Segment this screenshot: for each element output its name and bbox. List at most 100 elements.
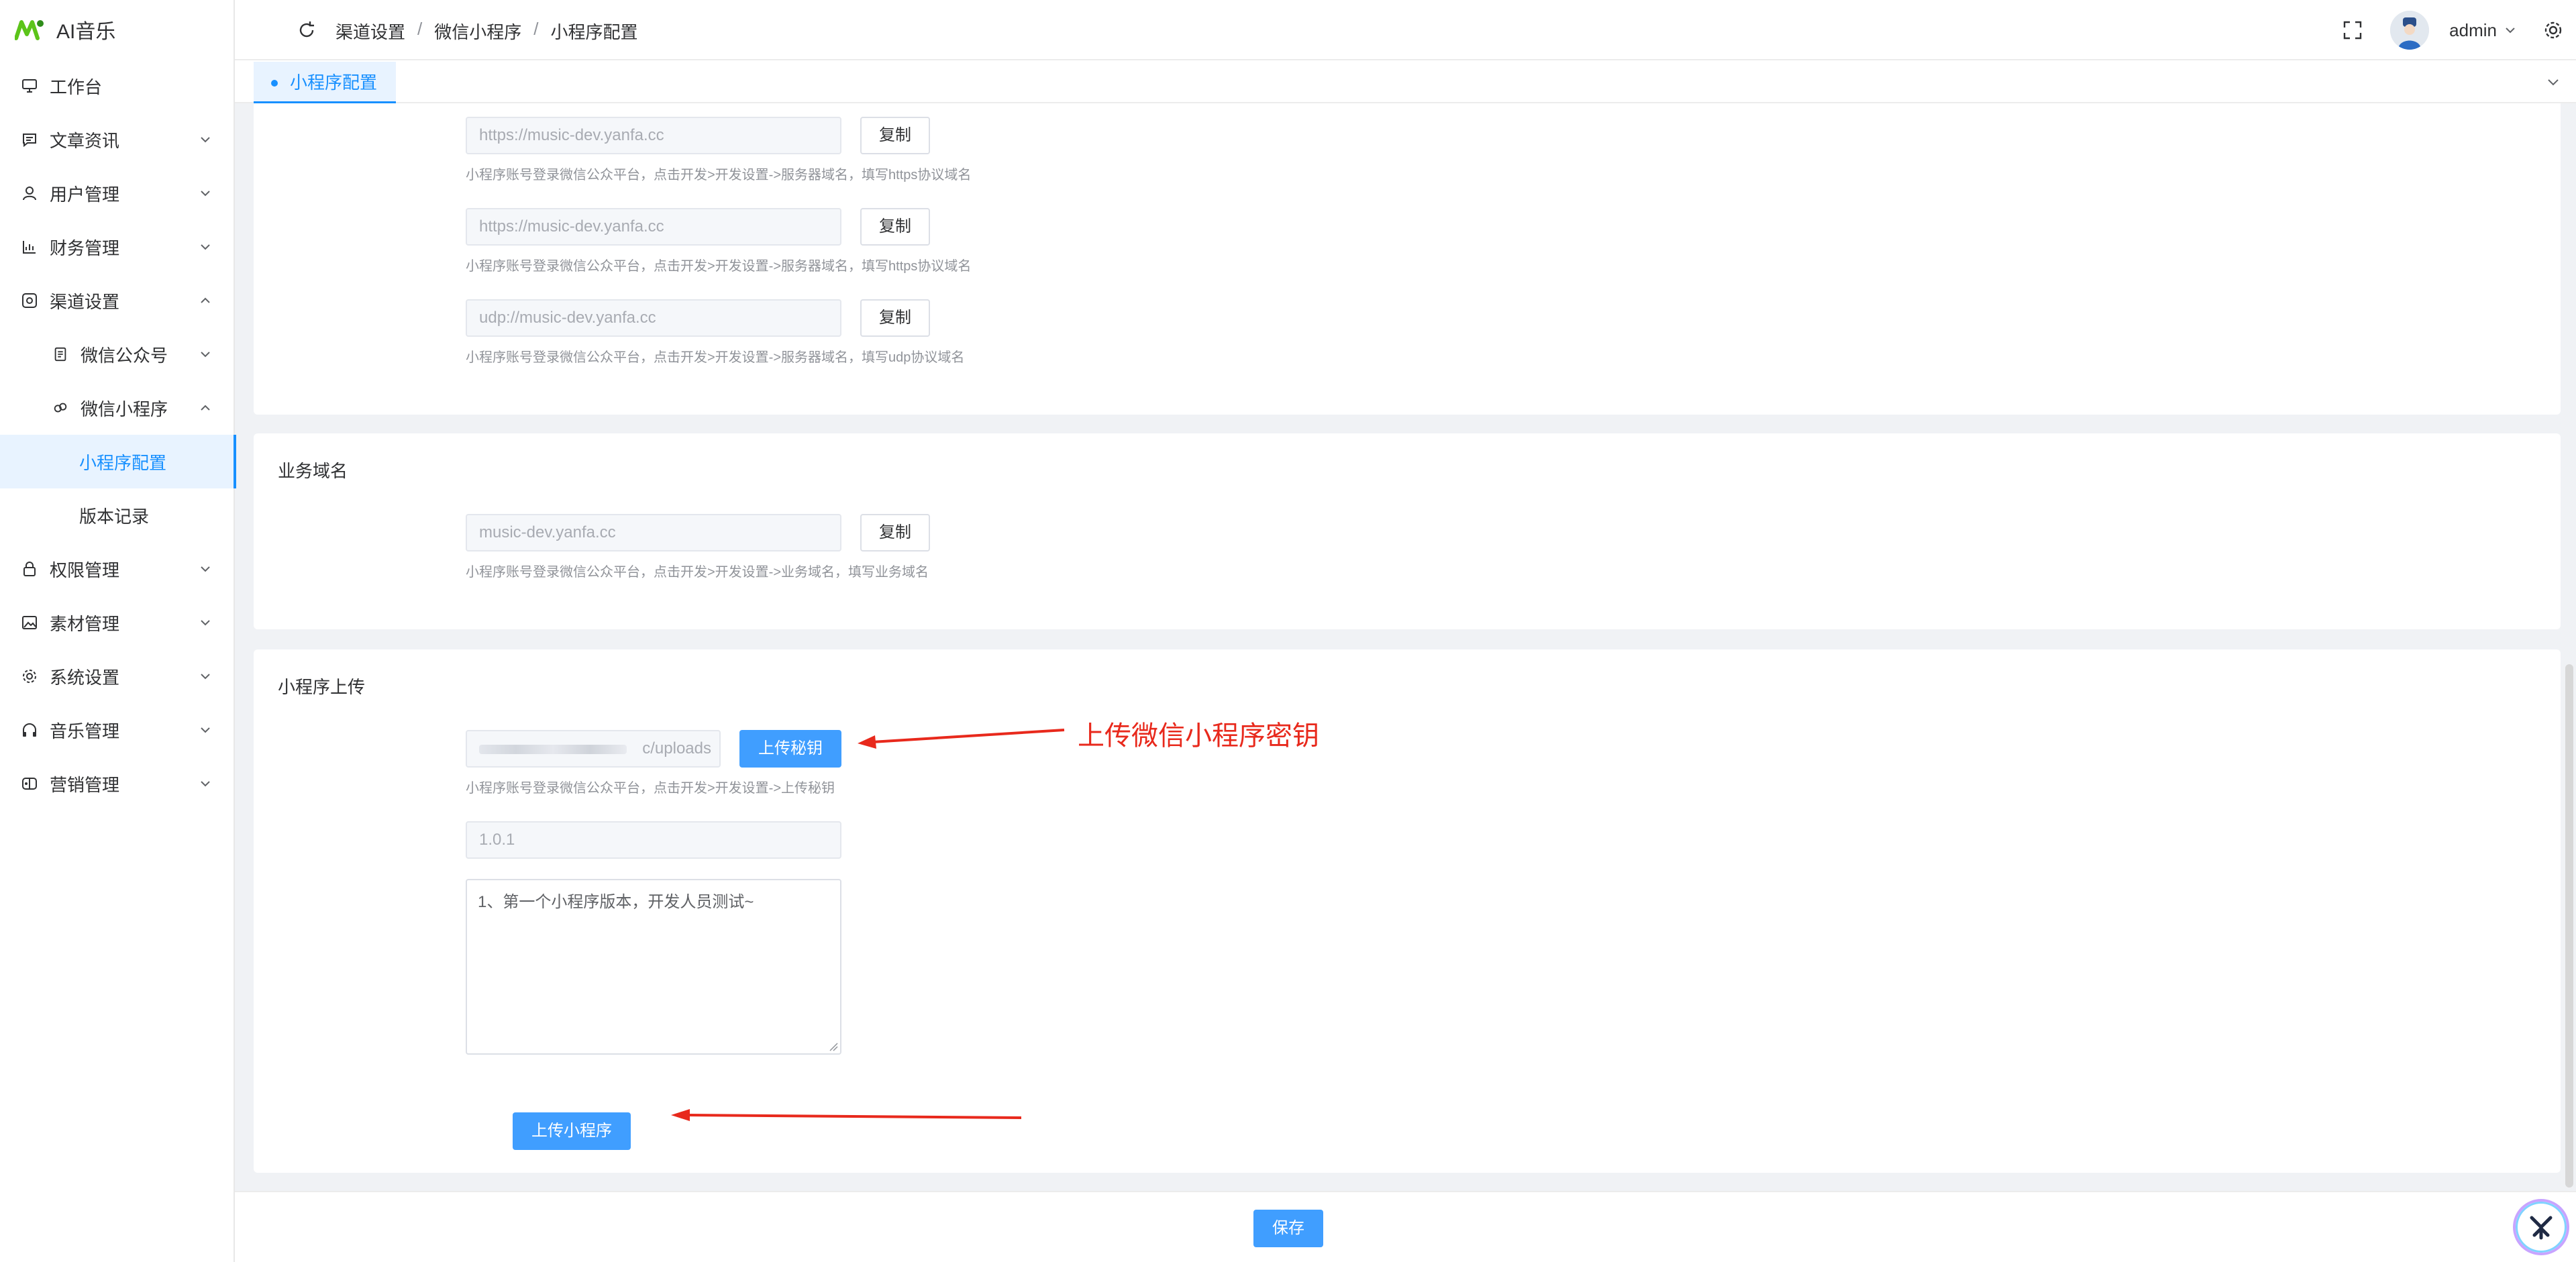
chat-icon — [20, 130, 39, 149]
annotation-arrow — [671, 1109, 1022, 1121]
app-title: AI音乐 — [56, 21, 116, 43]
header-actions: admin — [2342, 0, 2576, 60]
chevron-down-icon — [201, 191, 210, 197]
version-description-textarea[interactable]: 1、第一个小程序版本，开发人员测试~ — [466, 879, 841, 1055]
user-name[interactable]: admin — [2449, 20, 2497, 41]
gear-icon — [20, 667, 39, 686]
header: 渠道设置 / 微信小程序 / 小程序配置 admin — [235, 0, 2576, 60]
business-domain-card: 业务域名 业务域名 music-dev.yanfa.cc 复制 小程序账号登录微… — [254, 433, 2561, 629]
breadcrumb: 渠道设置 / 微信小程序 / 小程序配置 — [336, 19, 638, 44]
chevron-up-icon — [201, 405, 210, 411]
sidebar-item-label: 用户管理 — [50, 184, 120, 205]
sidebar-item-articles[interactable]: 文章资讯 — [0, 113, 235, 166]
sidebar-item-label: 微信小程序 — [81, 399, 168, 419]
sidebar-item-label: 渠道设置 — [50, 291, 120, 312]
sidebar-item-wechat-miniprogram[interactable]: 微信小程序 — [0, 381, 235, 435]
upload-secret-button[interactable]: 上传秘钥 — [739, 730, 841, 768]
chevron-down-icon — [201, 781, 210, 787]
upload-domain-input[interactable]: https://music-dev.yanfa.cc — [466, 117, 841, 154]
form-hint: 小程序账号登录微信公众平台，点击开发>开发设置->服务器域名，填写udp协议域名 — [466, 350, 965, 365]
switch-icon — [20, 774, 39, 793]
tab-miniprogram-config[interactable]: 小程序配置 — [254, 62, 397, 103]
business-domain-input[interactable]: music-dev.yanfa.cc — [466, 514, 841, 551]
breadcrumb-item: 小程序配置 — [550, 22, 638, 42]
app-root: AI音乐 工作台 文章资讯 用户管理 财务管理 渠道设置 微信公众号 微信小程序… — [0, 0, 2576, 1262]
chevron-down-icon — [201, 566, 210, 572]
sidebar-item-dashboard[interactable]: 工作台 — [0, 59, 235, 113]
sidebar-item-miniprogram-config[interactable]: 小程序配置 — [0, 435, 236, 488]
chart-icon — [20, 238, 39, 256]
sidebar-item-label: 系统设置 — [50, 667, 120, 688]
logo[interactable]: AI音乐 — [0, 0, 234, 59]
sidebar-item-label: 工作台 — [50, 76, 103, 97]
save-button[interactable]: 保存 — [1253, 1210, 1323, 1247]
breadcrumb-item[interactable]: 微信小程序 — [434, 19, 521, 44]
sidebar-item-label: 版本记录 — [79, 506, 150, 527]
fullscreen-icon[interactable] — [2342, 19, 2363, 41]
annotation-label: 上传微信小程序密钥 — [1078, 721, 1319, 751]
sidebar-item-label: 音乐管理 — [50, 721, 120, 741]
chevron-down-icon[interactable] — [2504, 23, 2517, 37]
server-domains-card: uploadFile合法域名 https://music-dev.yanfa.c… — [254, 103, 2561, 415]
sidebar-item-label: 权限管理 — [50, 560, 120, 580]
monitor-icon — [20, 76, 39, 95]
download-domain-input[interactable]: https://music-dev.yanfa.cc — [466, 208, 841, 246]
logo-icon — [15, 20, 44, 40]
sidebar-item-music[interactable]: 音乐管理 — [0, 703, 235, 757]
udp-domain-input[interactable]: udp://music-dev.yanfa.cc — [466, 299, 841, 337]
sidebar-item-label: 小程序配置 — [79, 452, 167, 473]
chevron-down-icon — [201, 674, 210, 680]
version-input[interactable]: 1.0.1 — [466, 821, 841, 859]
sidebar-item-permissions[interactable]: 权限管理 — [0, 542, 235, 596]
sidebar-item-users[interactable]: 用户管理 — [0, 166, 235, 220]
sidebar-item-version-history[interactable]: 版本记录 — [0, 488, 235, 542]
sidebar-item-label: 微信公众号 — [81, 345, 168, 366]
sidebar-item-system-settings[interactable]: 系统设置 — [0, 649, 235, 703]
chevron-down-icon — [201, 727, 210, 733]
copy-button[interactable]: 复制 — [860, 117, 930, 154]
section-title: 小程序上传 — [278, 677, 366, 697]
chevron-down-icon — [201, 620, 210, 626]
assistant-fab[interactable] — [2513, 1199, 2569, 1255]
copy-button[interactable]: 复制 — [860, 299, 930, 337]
sidebar-item-label: 文章资讯 — [50, 130, 120, 151]
headphones-icon — [20, 721, 39, 739]
sidebar-item-wechat-official[interactable]: 微信公众号 — [0, 327, 235, 381]
sidebar: AI音乐 工作台 文章资讯 用户管理 财务管理 渠道设置 微信公众号 微信小程序… — [0, 0, 236, 1262]
avatar[interactable] — [2390, 11, 2430, 50]
chevron-down-icon — [201, 352, 210, 358]
sidebar-item-assets[interactable]: 素材管理 — [0, 596, 235, 649]
upload-card: 小程序上传 上传秘钥 c/uploads 上传秘钥 小程序账号登录微信公众平台，… — [254, 649, 2561, 1173]
sidebar-item-channels[interactable]: 渠道设置 — [0, 274, 235, 327]
target-icon — [20, 291, 39, 310]
sidebar-item-label: 营销管理 — [50, 774, 120, 795]
form-hint: 小程序账号登录微信公众平台，点击开发>开发设置->上传秘钥 — [466, 781, 835, 796]
tabs-bar: 小程序配置 — [235, 60, 2576, 103]
resize-handle-icon[interactable] — [829, 1042, 838, 1051]
link-icon — [51, 399, 70, 417]
form-hint: 小程序账号登录微信公众平台，点击开发>开发设置->业务域名，填写业务域名 — [466, 565, 929, 580]
upload-miniprogram-button[interactable]: 上传小程序 — [513, 1112, 631, 1150]
user-icon — [20, 184, 39, 203]
lock-icon — [20, 560, 39, 578]
section-title: 业务域名 — [278, 461, 348, 481]
breadcrumb-item[interactable]: 渠道设置 — [336, 19, 405, 44]
chevron-down-icon — [201, 137, 210, 143]
form-hint: 小程序账号登录微信公众平台，点击开发>开发设置->服务器域名，填写https协议… — [466, 259, 972, 274]
copy-button[interactable]: 复制 — [860, 514, 930, 551]
settings-icon[interactable] — [2542, 19, 2564, 41]
secret-input[interactable]: c/uploads — [466, 730, 721, 768]
sidebar-item-label: 素材管理 — [50, 613, 120, 634]
chevron-down-icon — [201, 244, 210, 250]
image-icon — [20, 613, 39, 632]
sidebar-item-finance[interactable]: 财务管理 — [0, 220, 235, 274]
copy-button[interactable]: 复制 — [860, 208, 930, 246]
document-icon — [51, 345, 70, 364]
annotation-arrow — [858, 729, 1065, 749]
sidebar-item-marketing[interactable]: 营销管理 — [0, 757, 235, 810]
refresh-icon[interactable] — [297, 20, 317, 40]
chevron-down-icon[interactable] — [2545, 74, 2561, 90]
scrollbar[interactable] — [2565, 664, 2573, 1188]
footer-bar: 保存 — [235, 1191, 2576, 1262]
form-hint: 小程序账号登录微信公众平台，点击开发>开发设置->服务器域名，填写https协议… — [466, 168, 972, 182]
